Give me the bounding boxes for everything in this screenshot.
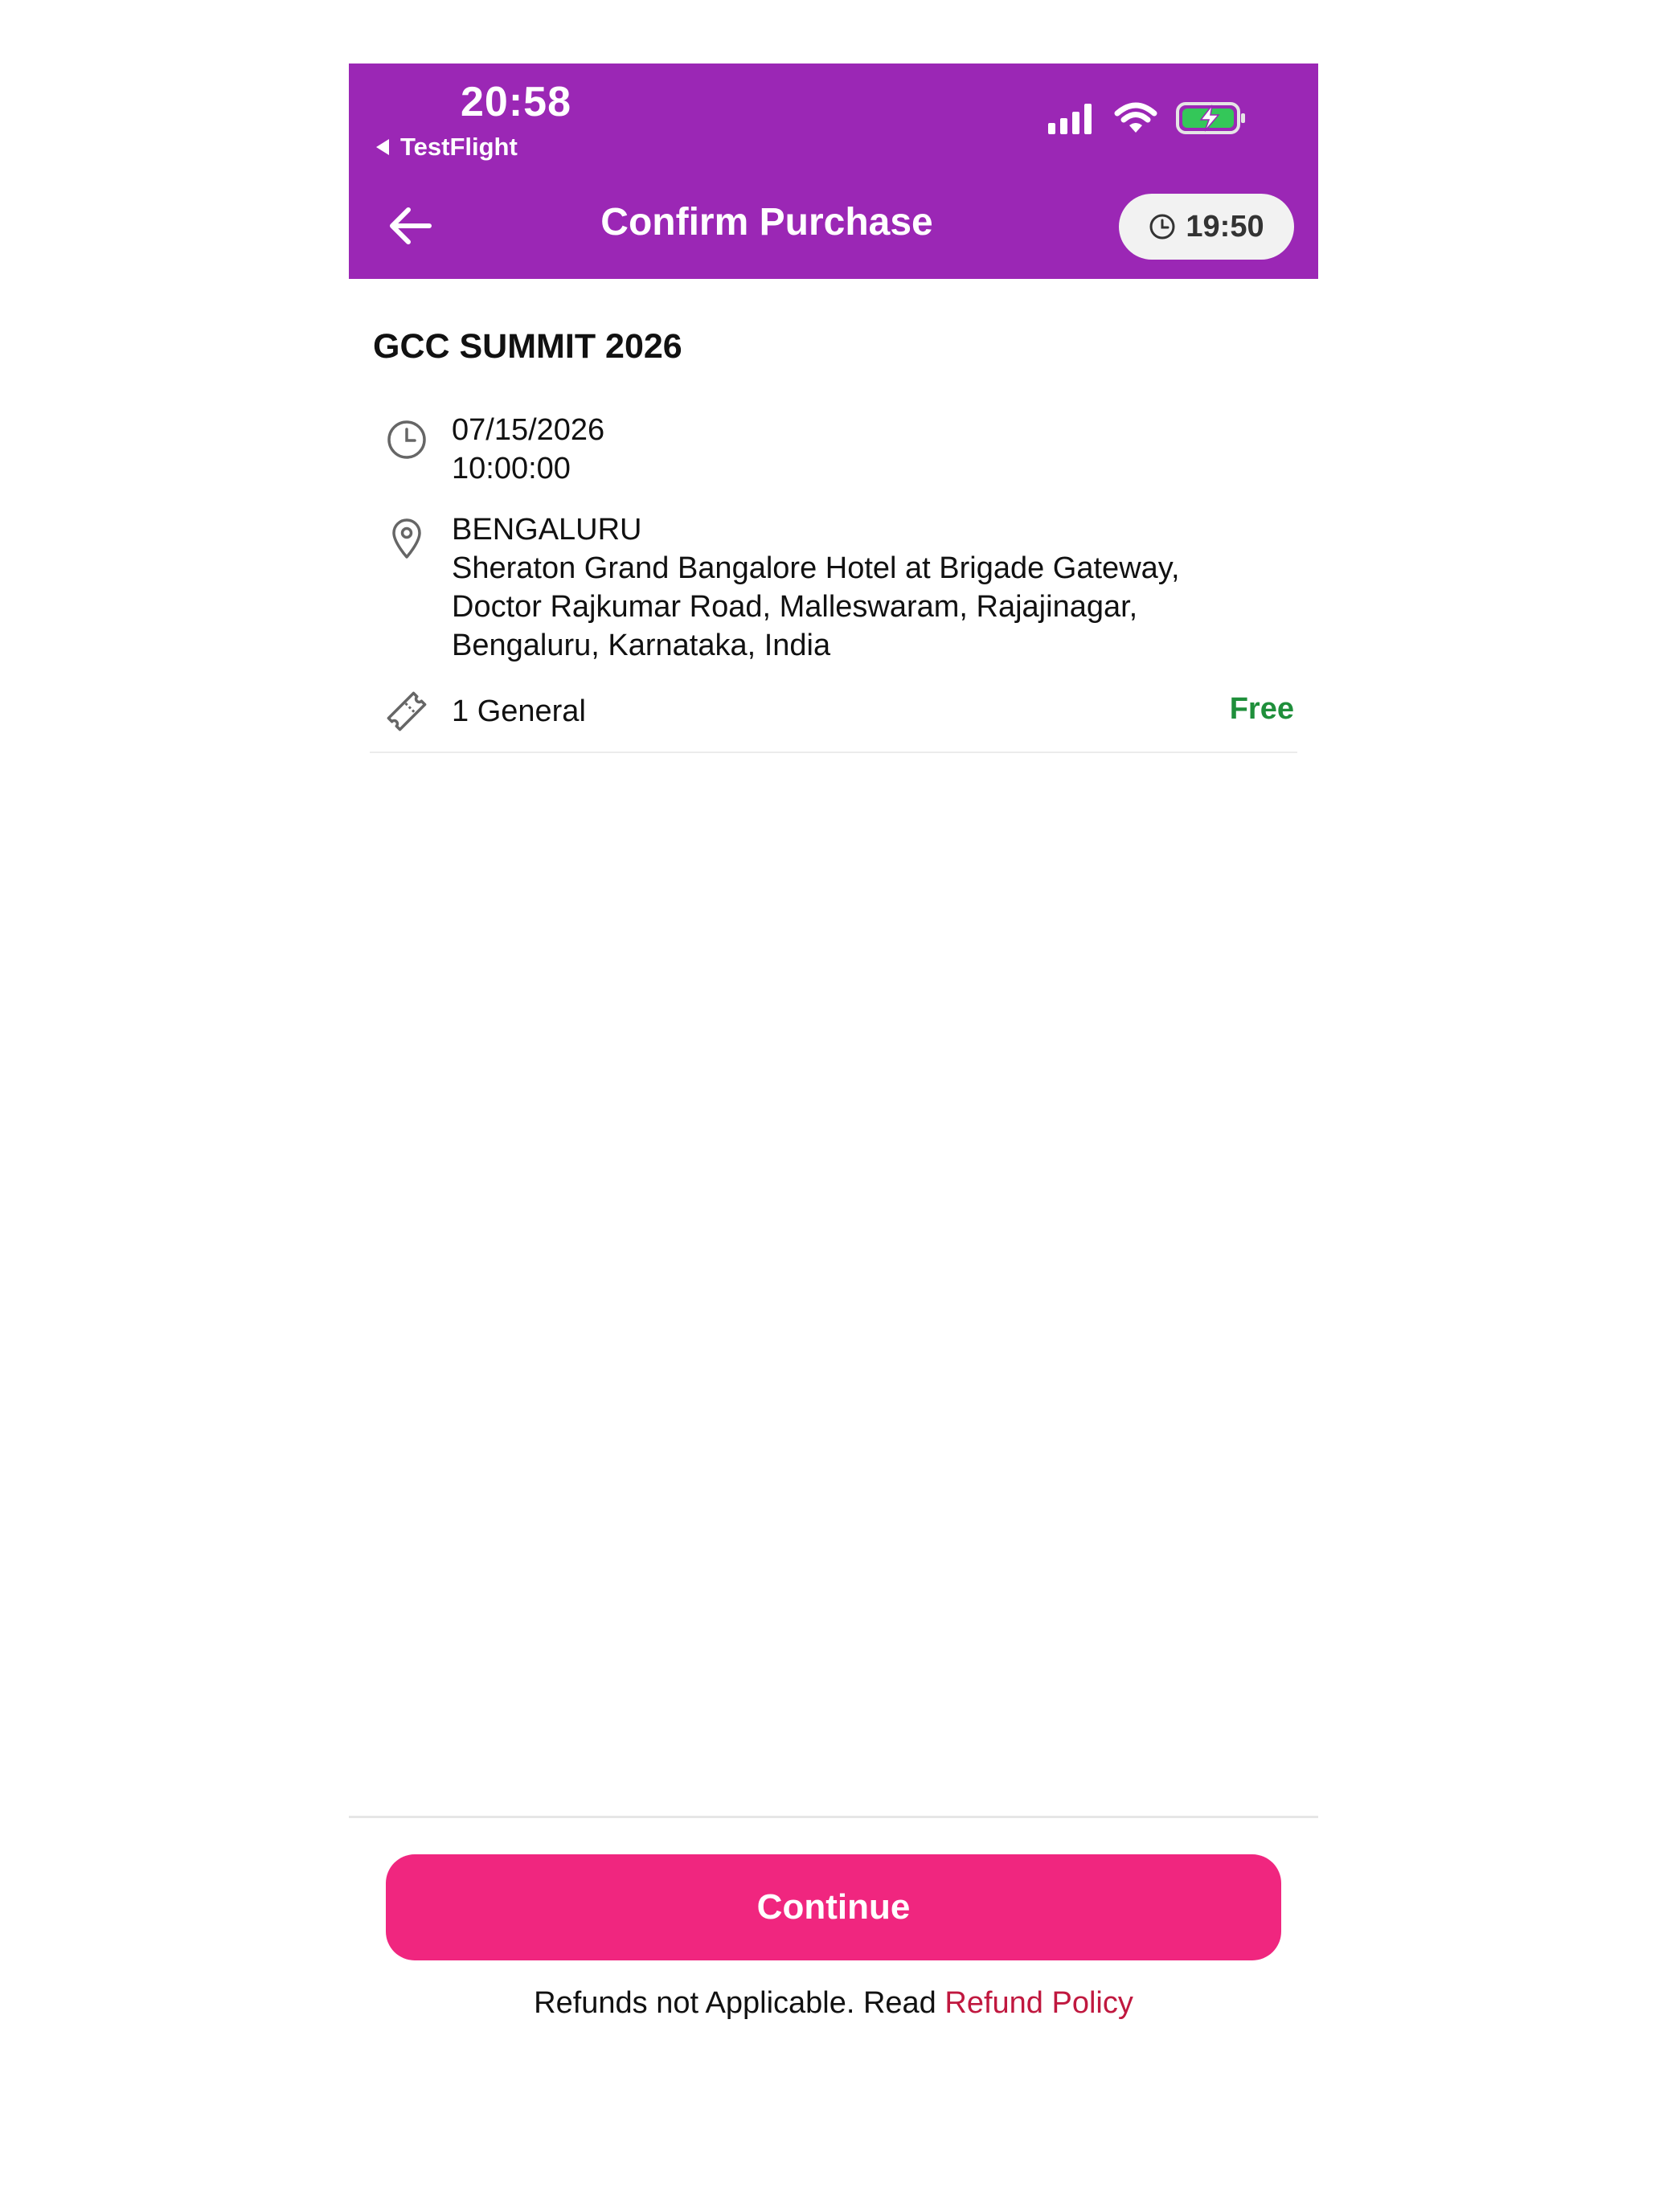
ticket-label: 1 General bbox=[452, 694, 586, 728]
event-title: GCC SUMMIT 2026 bbox=[373, 327, 682, 366]
event-address-line: Bengaluru, Karnataka, India bbox=[452, 629, 831, 662]
status-time: 20:58 bbox=[461, 79, 571, 125]
ticket-icon bbox=[387, 691, 427, 731]
back-app-label: TestFlight bbox=[400, 133, 518, 161]
app-header: 20:58 TestFlight Confirm Purchase 19:50 bbox=[349, 63, 1318, 279]
ticket-row: 1 General Free bbox=[373, 689, 1294, 737]
battery-charging-icon bbox=[1176, 102, 1245, 134]
back-triangle-icon bbox=[376, 139, 389, 155]
event-datetime-row: 07/15/2026 10:00:00 bbox=[373, 411, 1294, 491]
timer-value: 19:50 bbox=[1186, 209, 1264, 244]
clock-icon bbox=[387, 420, 426, 459]
refund-text: Refunds not Applicable. Read bbox=[534, 1986, 936, 2020]
refund-policy-link[interactable]: Refund Policy bbox=[944, 1986, 1133, 2020]
event-time: 10:00:00 bbox=[452, 452, 571, 485]
screen: 20:58 TestFlight Confirm Purchase 19:50 … bbox=[0, 0, 1659, 2212]
cellular-signal-icon bbox=[1048, 102, 1096, 134]
event-location-row: BENGALURU Sheraton Grand Bangalore Hotel… bbox=[373, 510, 1294, 671]
divider bbox=[349, 1816, 1318, 1818]
event-datetime: 07/15/2026 10:00:00 bbox=[452, 411, 604, 488]
divider bbox=[370, 752, 1297, 753]
clock-icon bbox=[1149, 214, 1175, 240]
back-arrow-icon[interactable] bbox=[386, 205, 432, 247]
event-address-line: Sheraton Grand Bangalore Hotel at Brigad… bbox=[452, 551, 1180, 585]
event-city: BENGALURU bbox=[452, 513, 642, 547]
continue-button[interactable]: Continue bbox=[386, 1854, 1281, 1960]
wifi-icon bbox=[1114, 102, 1157, 133]
event-date: 07/15/2026 bbox=[452, 413, 605, 447]
page-title: Confirm Purchase bbox=[600, 201, 933, 244]
event-address-line: Doctor Rajkumar Road, Malleswaram, Rajaj… bbox=[452, 590, 1138, 624]
refund-notice: Refunds not Applicable. Read Refund Poli… bbox=[349, 1986, 1318, 2021]
back-to-testflight[interactable]: TestFlight bbox=[376, 133, 518, 162]
countdown-timer: 19:50 bbox=[1119, 194, 1294, 260]
app-screen: 20:58 TestFlight Confirm Purchase 19:50 … bbox=[349, 63, 1318, 2089]
status-icons bbox=[1048, 100, 1247, 136]
event-location: BENGALURU Sheraton Grand Bangalore Hotel… bbox=[452, 510, 1180, 665]
location-pin-icon bbox=[392, 518, 421, 559]
ticket-price: Free bbox=[1229, 692, 1294, 726]
